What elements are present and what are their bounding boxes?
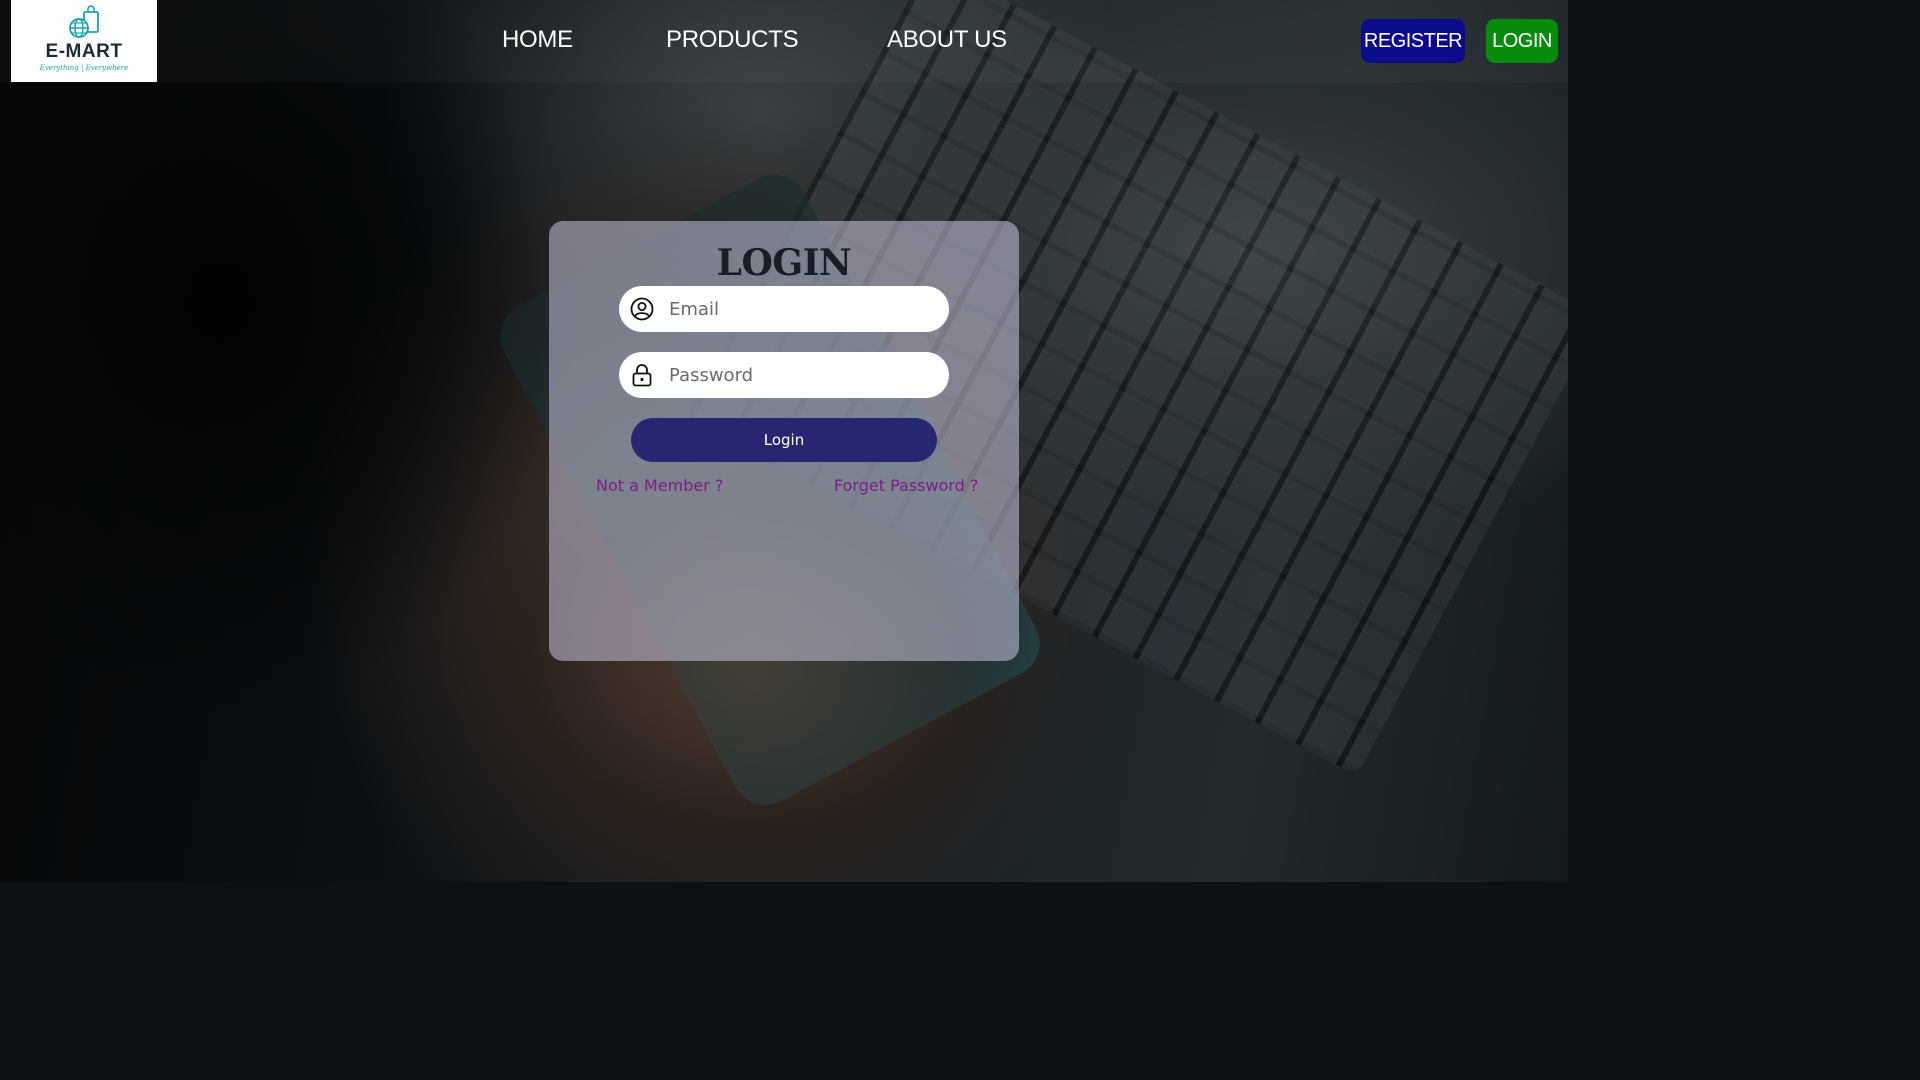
email-field[interactable] <box>619 286 949 332</box>
shopping-bag-globe-icon <box>69 5 99 38</box>
login-card: LOGIN Login Not a Member ? Forget Passwo… <box>549 221 1019 661</box>
login-title: LOGIN <box>716 242 852 284</box>
brand-logo[interactable]: E-MART Everything | Everywhere <box>11 0 157 82</box>
email-input[interactable] <box>669 289 919 329</box>
nav-home-link[interactable]: HOME <box>502 24 573 56</box>
brand-name: E-MART <box>45 41 123 62</box>
forget-password-link[interactable]: Forget Password ? <box>834 475 978 497</box>
user-circle-icon <box>630 297 654 321</box>
brand-tagline: Everything | Everywhere <box>39 64 129 72</box>
lock-icon <box>630 363 654 387</box>
not-a-member-link[interactable]: Not a Member ? <box>596 475 723 497</box>
register-button[interactable]: REGISTER <box>1361 19 1465 63</box>
password-input[interactable] <box>669 355 919 395</box>
password-field[interactable] <box>619 352 949 398</box>
top-navbar: E-MART Everything | Everywhere HOME PROD… <box>0 0 1568 82</box>
login-submit-button[interactable]: Login <box>631 418 937 462</box>
nav-about-us-link[interactable]: ABOUT US <box>887 24 1007 56</box>
header-login-button[interactable]: LOGIN <box>1486 19 1558 63</box>
nav-products-link[interactable]: PRODUCTS <box>666 24 799 56</box>
